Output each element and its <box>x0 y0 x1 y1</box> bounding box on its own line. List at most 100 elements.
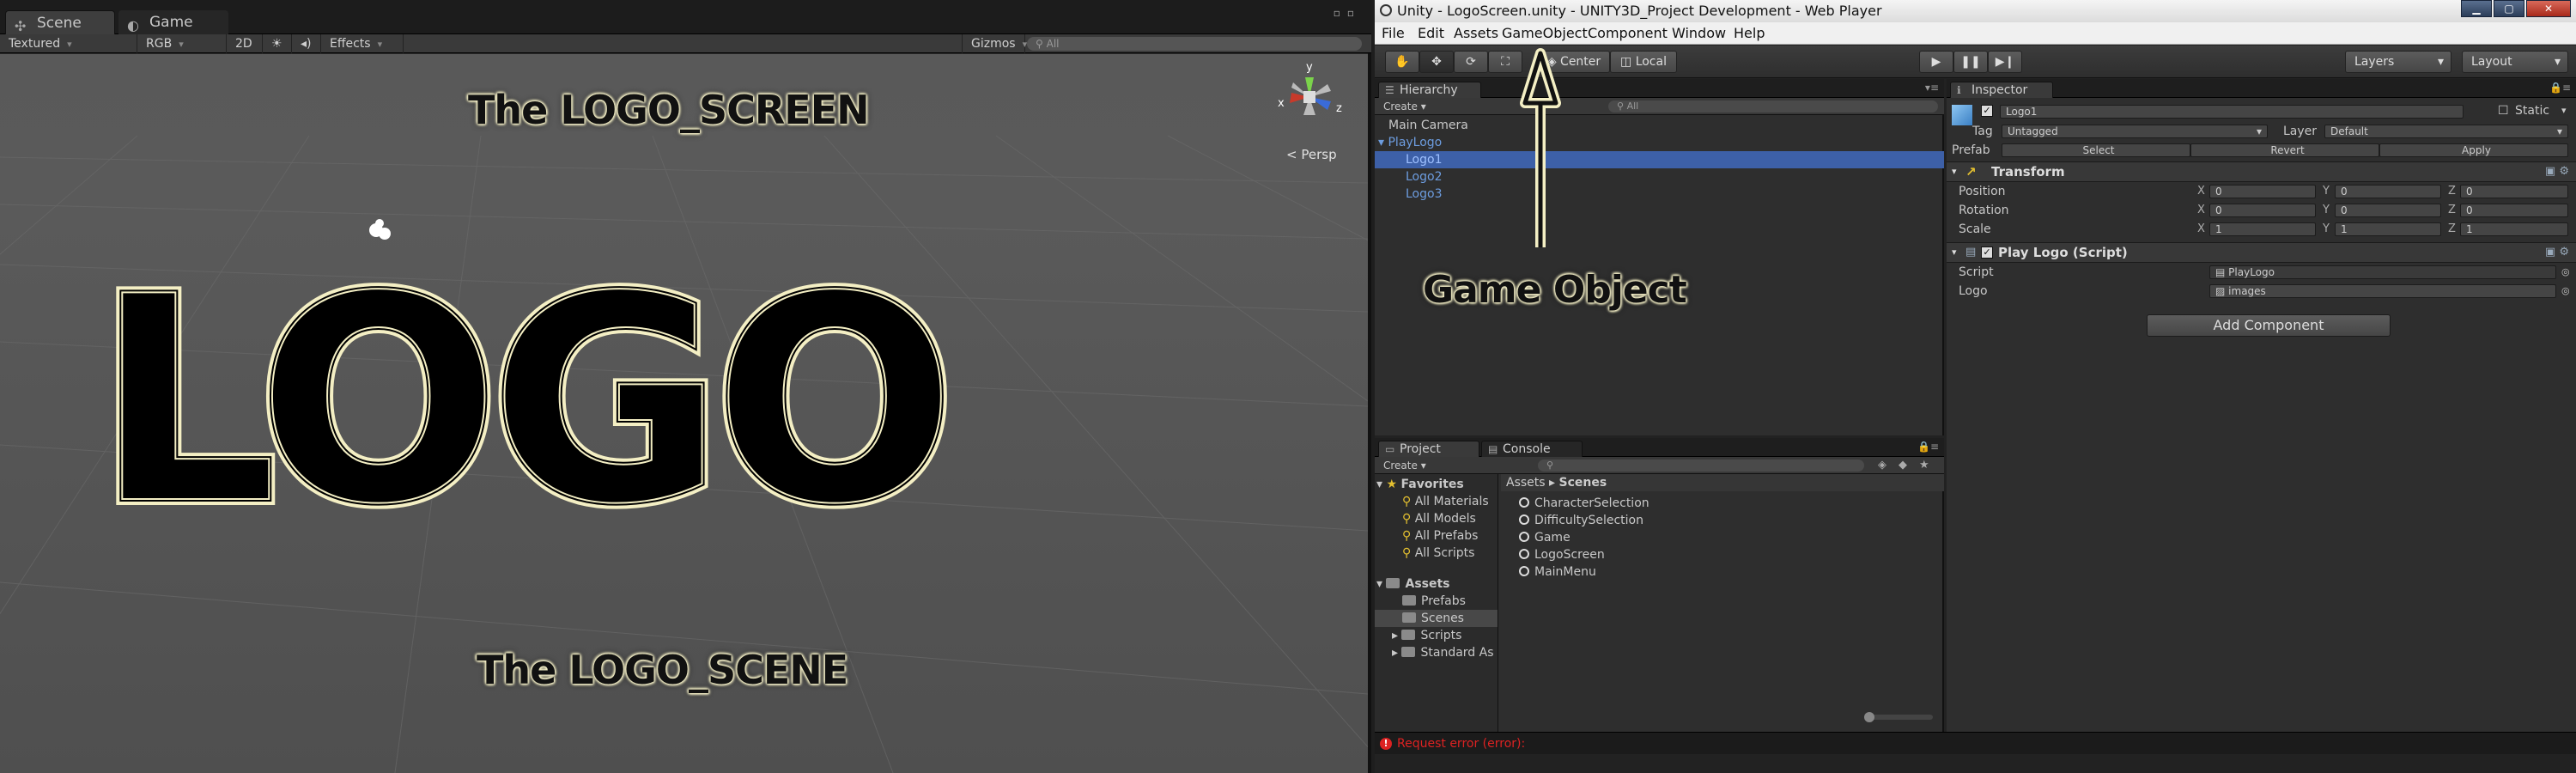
position-z-field[interactable]: 0 <box>2460 185 2568 198</box>
icon-size-slider[interactable] <box>1864 712 1933 722</box>
minimize-button[interactable]: ▁ <box>2461 0 2492 17</box>
close-button[interactable]: ✕ <box>2526 0 2571 17</box>
filter-label-icon[interactable]: ◆ <box>1899 457 1907 474</box>
panel-menu-icon[interactable]: ▾≡ <box>1925 82 1939 94</box>
tab-project[interactable]: ▭ Project <box>1378 441 1479 457</box>
audio-toggle[interactable]: ◂) <box>292 34 321 53</box>
scale-y-field[interactable]: 1 <box>2335 222 2441 236</box>
menu-assets[interactable]: Assets <box>1454 22 1498 45</box>
tab-console[interactable]: ▤ Console <box>1481 441 1583 457</box>
favorite-all-materials[interactable]: ⚲ All Materials <box>1402 493 1489 510</box>
folder-standard-assets[interactable]: ▸ Standard As <box>1392 644 1494 661</box>
object-name-field[interactable]: Logo1 <box>2000 105 2464 119</box>
object-picker-icon[interactable]: ◎ <box>2561 263 2570 282</box>
scene-file-difficultyselection[interactable]: DifficultySelection <box>1519 512 1643 529</box>
scene-file-characterselection[interactable]: CharacterSelection <box>1519 495 1649 512</box>
pivot-toggle[interactable]: ◈ Center <box>1538 51 1610 73</box>
position-y-field[interactable]: 0 <box>2335 185 2441 198</box>
assets-header[interactable]: ▾ Assets <box>1376 575 1450 593</box>
render-mode-dropdown[interactable]: RGB ▾ <box>137 34 227 53</box>
scale-z-field[interactable]: 1 <box>2460 222 2568 236</box>
position-x-field[interactable]: 0 <box>2209 185 2316 198</box>
static-checkbox[interactable]: ☐ <box>2498 101 2510 120</box>
folder-scripts[interactable]: ▸ Scripts <box>1392 627 1461 644</box>
favorite-all-prefabs[interactable]: ⚲ All Prefabs <box>1402 527 1478 545</box>
layout-dropdown[interactable]: Layout ▾ <box>2462 51 2568 73</box>
chevron-down-icon[interactable]: ▾ <box>2561 101 2567 120</box>
shading-mode-dropdown[interactable]: Textured ▾ <box>0 34 137 53</box>
scene-viewport[interactable]: LOGO LOGO LOGO The LOGO_SCREEN The LOGO_… <box>0 54 1368 773</box>
prefab-apply-button[interactable]: Apply <box>2379 143 2568 157</box>
scene-file-logoscreen[interactable]: LogoScreen <box>1519 546 1605 563</box>
favorite-star-icon[interactable]: ★ <box>1919 457 1929 474</box>
scene-file-game[interactable]: Game <box>1519 529 1571 546</box>
tab-hierarchy[interactable]: ☰ Hierarchy <box>1378 82 1481 98</box>
prefab-select-button[interactable]: Select <box>2002 143 2190 157</box>
step-button[interactable]: ▶❙ <box>1988 51 2022 73</box>
script-enabled-checkbox[interactable]: ✓ <box>1981 247 1993 259</box>
space-toggle[interactable]: ◫ Local <box>1610 51 1677 73</box>
rotate-tool-button[interactable]: ⟳ <box>1454 51 1488 73</box>
hierarchy-item-playlogo[interactable]: ▾ PlayLogo <box>1375 134 1944 151</box>
hierarchy-search-input[interactable]: ⚲ All <box>1608 100 1938 113</box>
move-tool-button[interactable]: ✥ <box>1419 51 1454 73</box>
orientation-gizmo[interactable]: y x z <box>1271 58 1348 136</box>
status-bar[interactable]: ! Request error (error): <box>1375 732 2576 754</box>
filter-type-icon[interactable]: ◈ <box>1878 457 1886 474</box>
expand-arrow-icon[interactable]: ▾ <box>1378 136 1384 149</box>
folder-scenes[interactable]: Scenes <box>1375 610 1498 627</box>
object-picker-icon[interactable]: ◎ <box>2561 282 2570 301</box>
rotation-z-field[interactable]: 0 <box>2460 204 2568 217</box>
lock-icon[interactable]: 🔒≡ <box>1917 441 1939 453</box>
tag-dropdown[interactable]: Untagged ▾ <box>2002 125 2268 138</box>
maximize-button[interactable]: ▢ <box>2494 0 2524 17</box>
project-create-dropdown[interactable]: Create ▾ <box>1383 457 1426 474</box>
menu-window[interactable]: Window <box>1672 22 1726 45</box>
hierarchy-item-logo2[interactable]: Logo2 <box>1375 168 1944 186</box>
layer-dropdown[interactable]: Default ▾ <box>2324 125 2568 138</box>
breadcrumb-assets[interactable]: Assets <box>1506 476 1546 490</box>
favorite-all-models[interactable]: ⚲ All Models <box>1402 510 1476 527</box>
hierarchy-item-logo3[interactable]: Logo3 <box>1375 186 1944 203</box>
menu-help[interactable]: Help <box>1734 22 1765 45</box>
menu-gameobject[interactable]: GameObject <box>1502 22 1588 45</box>
hierarchy-item-logo1[interactable]: Logo1 <box>1375 151 1944 168</box>
logo-field[interactable]: ▨ images <box>2209 284 2556 298</box>
rotation-y-field[interactable]: 0 <box>2335 204 2441 217</box>
gizmos-dropdown[interactable]: Gizmos ▾ <box>962 34 1027 53</box>
prefab-revert-button[interactable]: Revert <box>2190 143 2379 157</box>
gear-icon[interactable]: ▣ ⚙ <box>2545 243 2569 262</box>
gear-icon[interactable]: ▣ ⚙ <box>2545 162 2569 181</box>
effects-dropdown[interactable]: Effects ▾ <box>321 34 404 53</box>
favorite-all-scripts[interactable]: ⚲ All Scripts <box>1402 545 1474 562</box>
project-search-input[interactable]: ⚲ <box>1538 460 1864 472</box>
transform-header[interactable]: ▾ ↗ Transform ▣ ⚙ <box>1947 161 2576 182</box>
add-component-button[interactable]: Add Component <box>2147 314 2391 337</box>
breadcrumb-scenes[interactable]: Scenes <box>1559 476 1607 490</box>
hierarchy-create-dropdown[interactable]: Create ▾ <box>1383 98 1426 115</box>
scale-x-field[interactable]: 1 <box>2209 222 2316 236</box>
mode-2d-toggle[interactable]: 2D <box>227 34 263 53</box>
play-button[interactable]: ▶ <box>1919 51 1953 73</box>
hand-tool-button[interactable]: ✋ <box>1385 51 1419 73</box>
active-checkbox[interactable]: ✓ <box>1981 105 1993 117</box>
persp-label[interactable]: < Persp <box>1286 147 1337 162</box>
tab-game[interactable]: ◐ Game <box>118 10 228 34</box>
menu-file[interactable]: File <box>1382 22 1405 45</box>
rotation-x-field[interactable]: 0 <box>2209 204 2316 217</box>
tab-scene[interactable]: ✣ Scene <box>5 10 115 34</box>
menu-component[interactable]: Component <box>1588 22 1668 45</box>
playlogo-script-header[interactable]: ▾ ▤ ✓ Play Logo (Script) ▣ ⚙ <box>1947 242 2576 263</box>
scene-file-mainmenu[interactable]: MainMenu <box>1519 563 1596 581</box>
folder-prefabs[interactable]: Prefabs <box>1402 593 1466 610</box>
menu-edit[interactable]: Edit <box>1418 22 1444 45</box>
layers-dropdown[interactable]: Layers ▾ <box>2345 51 2451 73</box>
favorites-header[interactable]: ▾ ★ Favorites <box>1376 476 1464 493</box>
lighting-toggle[interactable]: ☀ <box>263 34 292 53</box>
slider-handle[interactable] <box>1864 712 1874 722</box>
script-field[interactable]: ▤ PlayLogo <box>2209 265 2556 279</box>
tab-inspector[interactable]: ℹ Inspector <box>1950 82 2053 98</box>
lock-icon[interactable]: 🔒≡ <box>2549 82 2571 94</box>
pause-button[interactable]: ❚❚ <box>1953 51 1988 73</box>
scale-tool-button[interactable]: ⛶ <box>1488 51 1522 73</box>
